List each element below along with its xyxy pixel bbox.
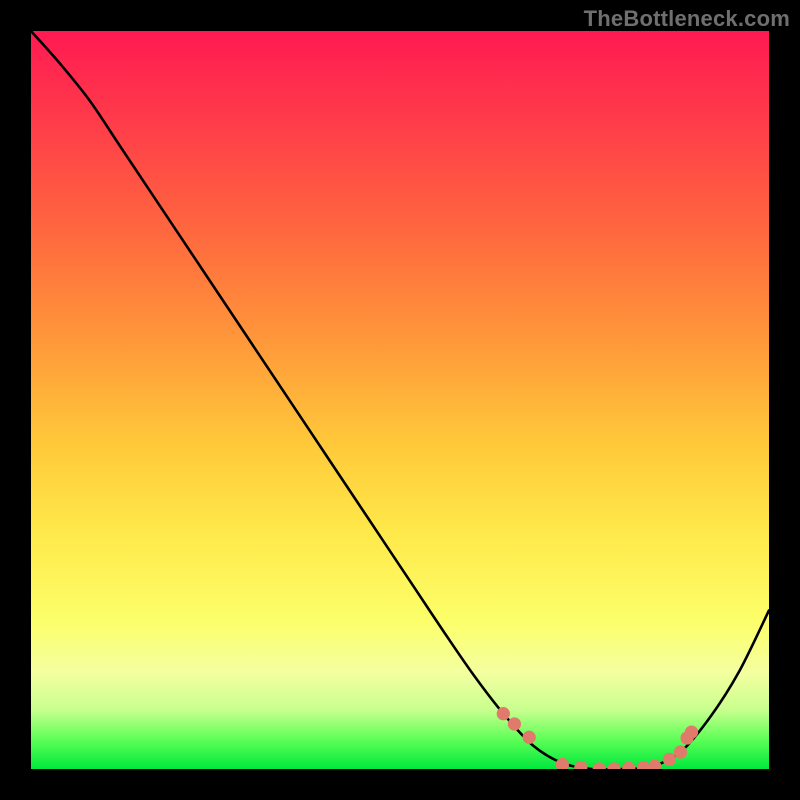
marker-dot <box>497 707 510 720</box>
marker-dot <box>685 725 698 738</box>
plot-area <box>31 31 769 769</box>
marker-dot <box>508 717 521 730</box>
curve-layer <box>31 31 769 769</box>
marker-dot <box>523 731 536 744</box>
marker-dot <box>574 761 587 769</box>
marker-dot <box>607 762 620 769</box>
marker-dots <box>497 707 698 769</box>
marker-dot <box>556 758 569 769</box>
marker-dot <box>648 759 661 769</box>
chart-stage: TheBottleneck.com <box>0 0 800 800</box>
watermark-text: TheBottleneck.com <box>584 6 790 32</box>
bottleneck-curve <box>31 31 769 769</box>
marker-dot <box>593 762 606 769</box>
marker-dot <box>674 745 687 758</box>
marker-dot <box>663 753 676 766</box>
marker-dot <box>622 762 635 769</box>
